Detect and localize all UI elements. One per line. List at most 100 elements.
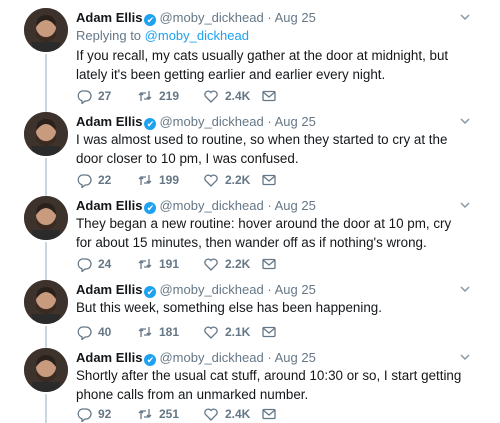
tweet[interactable]: Adam Ellis ✔ @moby_dickhead · Aug 25 Reply… (0, 6, 500, 112)
tweet-text: But this week, something else has been h… (76, 300, 382, 315)
retweet-button[interactable]: 199 (137, 172, 179, 188)
chevron-down-icon[interactable] (458, 198, 472, 212)
heart-icon (204, 258, 218, 271)
heart-icon (204, 408, 218, 421)
replying-to-handle[interactable]: @moby_dickhead (145, 28, 249, 43)
like-button[interactable]: 2.4K (203, 88, 250, 104)
tweet-date[interactable]: Aug 25 (275, 114, 316, 129)
like-button[interactable]: 2.2K (203, 256, 250, 272)
retweet-icon (138, 259, 152, 269)
retweet-count: 199 (159, 173, 180, 187)
reply-button[interactable]: 27 (76, 88, 111, 104)
like-button[interactable]: 2.1K (203, 324, 250, 340)
retweet-icon (138, 327, 152, 337)
heart-icon (204, 174, 218, 187)
reply-count: 24 (98, 257, 112, 271)
message-button[interactable] (261, 88, 277, 104)
like-count: 2.2K (225, 257, 251, 271)
envelope-icon (262, 326, 276, 338)
avatar[interactable] (24, 8, 68, 52)
avatar[interactable] (24, 348, 68, 392)
tweet-text: Shortly after the usual cat stuff, aroun… (76, 368, 462, 402)
tweet-actions: 22 199 2.2K (76, 172, 296, 188)
tweet-header: Adam Ellis ✔ @moby_dickhead · Aug 25 (76, 10, 316, 26)
author-handle[interactable]: @moby_dickhead (159, 198, 263, 213)
reply-button[interactable]: 22 (76, 172, 111, 188)
tweet-actions: 92 251 2.4K (76, 406, 296, 422)
tweet-text: They began a new routine: hover around t… (76, 216, 452, 250)
like-button[interactable]: 2.2K (203, 172, 250, 188)
chevron-down-icon[interactable] (458, 114, 472, 128)
message-button[interactable] (261, 256, 277, 272)
tweet-date[interactable]: Aug 25 (275, 350, 316, 365)
avatar[interactable] (24, 280, 68, 324)
author-name[interactable]: Adam Ellis (76, 350, 142, 365)
tweet-date[interactable]: Aug 25 (275, 198, 316, 213)
separator-dot: · (267, 282, 272, 297)
reply-icon (77, 174, 92, 188)
retweet-count: 181 (159, 325, 180, 339)
tweet[interactable]: Adam Ellis ✔ @moby_dickhead · Aug 25 They … (0, 190, 500, 282)
chevron-down-icon[interactable] (458, 10, 472, 24)
message-button[interactable] (261, 172, 277, 188)
reply-icon (77, 326, 92, 340)
avatar[interactable] (24, 112, 68, 156)
chevron-down-icon[interactable] (458, 282, 472, 296)
author-name[interactable]: Adam Ellis (76, 10, 142, 25)
retweet-count: 251 (159, 407, 180, 421)
chevron-down-icon[interactable] (458, 350, 472, 364)
replying-to: Replying to @moby_dickhead (76, 28, 249, 43)
reply-count: 27 (98, 89, 112, 103)
tweet-date[interactable]: Aug 25 (275, 10, 316, 25)
retweet-button[interactable]: 251 (137, 406, 179, 422)
author-name[interactable]: Adam Ellis (76, 198, 142, 213)
verified-badge-icon: ✔ (144, 354, 157, 366)
verified-badge-icon: ✔ (144, 202, 157, 214)
tweet-actions: 24 191 2.2K (76, 256, 296, 272)
thread-rail (45, 394, 47, 423)
verified-badge-icon: ✔ (144, 118, 157, 130)
tweet-header: Adam Ellis ✔ @moby_dickhead · Aug 25 (76, 282, 316, 298)
tweet-thread: Adam Ellis ✔ @moby_dickhead · Aug 25 Reply… (0, 0, 500, 423)
reply-count: 40 (98, 325, 112, 339)
tweet-date[interactable]: Aug 25 (275, 282, 316, 297)
verified-badge-icon: ✔ (144, 286, 157, 298)
separator-dot: · (267, 350, 272, 365)
like-count: 2.4K (225, 89, 251, 103)
tweet[interactable]: Adam Ellis ✔ @moby_dickhead · Aug 25 I was… (0, 106, 500, 198)
tweet-actions: 40 181 2.1K (76, 324, 296, 340)
retweet-icon (138, 91, 152, 101)
author-handle[interactable]: @moby_dickhead (159, 10, 263, 25)
message-button[interactable] (261, 406, 277, 422)
tweet[interactable]: Adam Ellis ✔ @moby_dickhead · Aug 25 But t… (0, 274, 500, 350)
author-handle[interactable]: @moby_dickhead (159, 282, 263, 297)
reply-icon (77, 408, 92, 422)
author-handle[interactable]: @moby_dickhead (159, 114, 263, 129)
reply-icon (77, 258, 92, 272)
avatar[interactable] (24, 196, 68, 240)
retweet-button[interactable]: 181 (137, 324, 179, 340)
reply-button[interactable]: 24 (76, 256, 111, 272)
author-name[interactable]: Adam Ellis (76, 282, 142, 297)
tweet[interactable]: Adam Ellis ✔ @moby_dickhead · Aug 25 Short… (0, 342, 500, 423)
tweet-header: Adam Ellis ✔ @moby_dickhead · Aug 25 (76, 198, 316, 214)
tweet-header: Adam Ellis ✔ @moby_dickhead · Aug 25 (76, 114, 316, 130)
like-button[interactable]: 2.4K (203, 406, 250, 422)
author-name[interactable]: Adam Ellis (76, 114, 142, 129)
like-count: 2.2K (225, 173, 251, 187)
tweet-actions: 27 219 2.4K (76, 88, 296, 104)
heart-icon (204, 90, 218, 103)
thread-rail (45, 54, 47, 112)
separator-dot: · (267, 10, 272, 25)
retweet-button[interactable]: 219 (137, 88, 179, 104)
author-handle[interactable]: @moby_dickhead (159, 350, 263, 365)
tweet-header: Adam Ellis ✔ @moby_dickhead · Aug 25 (76, 350, 316, 366)
reply-button[interactable]: 92 (76, 406, 111, 422)
replying-to-label: Replying to (76, 28, 142, 43)
retweet-button[interactable]: 191 (137, 256, 179, 272)
heart-icon (204, 326, 218, 339)
separator-dot: · (267, 114, 272, 129)
message-button[interactable] (261, 324, 277, 340)
retweet-icon (138, 409, 152, 419)
reply-button[interactable]: 40 (76, 324, 111, 340)
